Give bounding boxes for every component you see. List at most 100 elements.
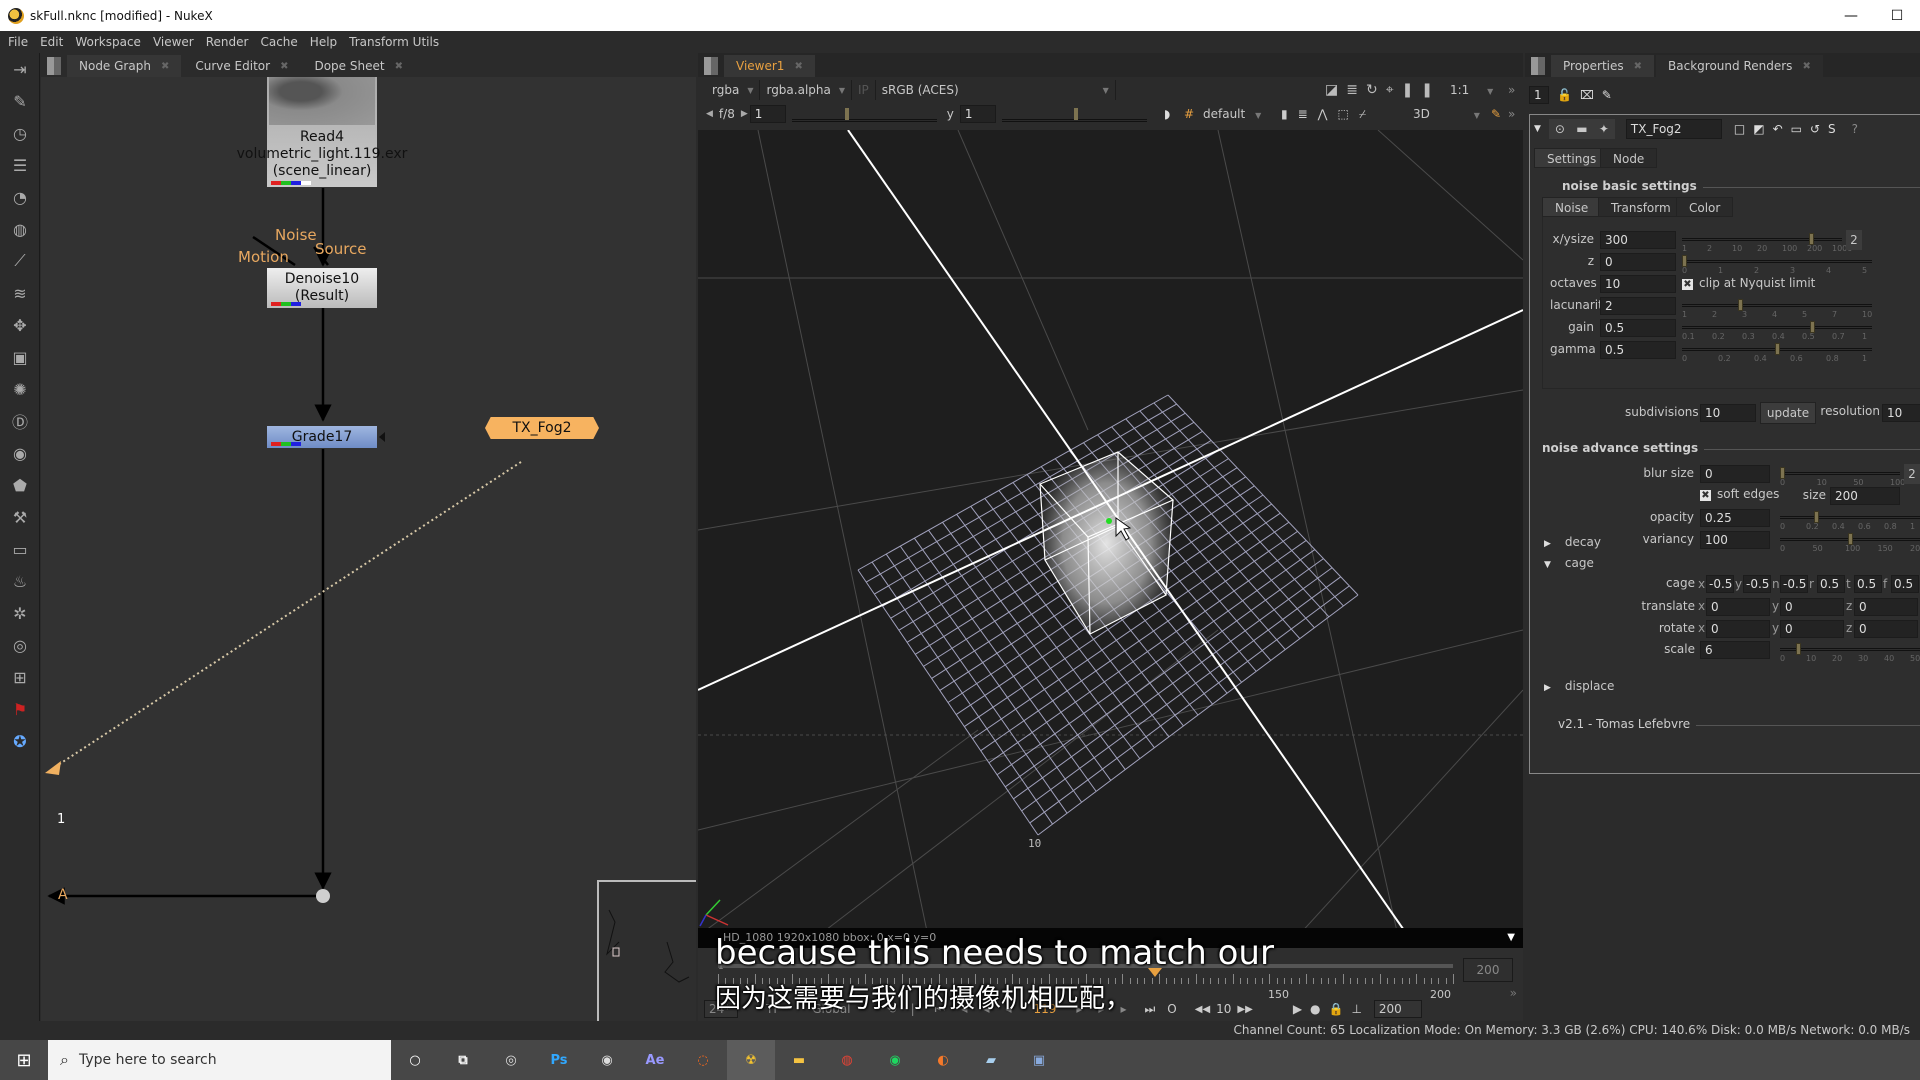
opacity-slider[interactable]: 0 0.2 0.4 0.6 0.8 1: [1780, 511, 1920, 531]
view-mode-dropdown[interactable]: 3D ▼: [1413, 107, 1480, 121]
3d-icon[interactable]: ▣: [0, 341, 40, 373]
last-frame-button[interactable]: ⏭: [1144, 1002, 1155, 1017]
spotify-icon[interactable]: ◉: [871, 1040, 919, 1080]
pane-menu-grip[interactable]: [47, 57, 61, 75]
viewer-toggle-icon[interactable]: ⊙: [1548, 119, 1571, 139]
merge-icon[interactable]: ≋: [0, 277, 40, 309]
octaves-field[interactable]: 10: [1600, 275, 1676, 293]
cage-t-field[interactable]: 0.5: [1854, 575, 1882, 593]
menu-viewer[interactable]: Viewer: [153, 35, 194, 49]
rotate-x-field[interactable]: 0: [1706, 620, 1770, 638]
ip-button[interactable]: IP: [852, 80, 876, 100]
node-grade17[interactable]: Grade17: [267, 426, 377, 448]
scale-field[interactable]: 6: [1700, 641, 1770, 659]
paint-brush-icon[interactable]: ✎: [1491, 107, 1501, 121]
tab-viewer1[interactable]: Viewer1 ✖: [724, 55, 815, 77]
overlay-dropdown[interactable]: default ▼: [1203, 107, 1261, 121]
subdivisions-field[interactable]: 10: [1700, 404, 1756, 422]
gizmo-icon[interactable]: ◎: [0, 629, 40, 661]
lut-dropdown[interactable]: sRGB (ACES) ▼: [876, 80, 1116, 100]
close-icon[interactable]: ✖: [1802, 61, 1810, 72]
draw-icon[interactable]: ✎: [0, 85, 40, 117]
slider-knob[interactable]: [1774, 343, 1780, 355]
cortana-icon[interactable]: ○: [391, 1040, 439, 1080]
translate-x-field[interactable]: 0: [1706, 598, 1770, 616]
soft-edges-checkbox[interactable]: ✖ soft edges: [1700, 487, 1779, 501]
other-icon[interactable]: ▭: [0, 533, 40, 565]
tab-dope-sheet[interactable]: Dope Sheet ✖: [302, 55, 415, 77]
minimize-button[interactable]: —: [1828, 0, 1874, 31]
tab-background-renders[interactable]: Background Renders ✖: [1656, 55, 1823, 77]
collapse-icon[interactable]: ▼: [1534, 124, 1541, 134]
close-icon[interactable]: ✖: [395, 61, 403, 72]
tab-node-graph[interactable]: Node Graph ✖: [67, 55, 182, 77]
color-icon[interactable]: ◔: [0, 181, 40, 213]
translate-z-field[interactable]: 0: [1854, 598, 1918, 616]
nyquist-checkbox[interactable]: ✖ clip at Nyquist limit: [1682, 276, 1815, 290]
particles-icon[interactable]: ✺: [0, 373, 40, 405]
close-icon[interactable]: ✖: [794, 61, 802, 72]
viewer-tool-icons[interactable]: ▮≣⋀⬚⌿: [1281, 107, 1376, 122]
menu-workspace[interactable]: Workspace: [75, 35, 141, 49]
skip-back-button[interactable]: ◀◀: [1195, 1004, 1210, 1015]
houdini-icon[interactable]: ◌: [679, 1040, 727, 1080]
tab-noise[interactable]: Noise: [1542, 197, 1602, 217]
start-button[interactable]: ⊞: [0, 1040, 48, 1080]
rotate-y-field[interactable]: 0: [1780, 620, 1844, 638]
deep-icon[interactable]: Ⓓ: [0, 405, 40, 437]
filter-icon[interactable]: ◍: [0, 213, 40, 245]
size-field[interactable]: 200: [1830, 487, 1900, 505]
file-explorer-icon[interactable]: ▬: [775, 1040, 823, 1080]
notes-icon[interactable]: ▰: [967, 1040, 1015, 1080]
task-view-icon[interactable]: ⧉: [439, 1040, 487, 1080]
cage-r-field[interactable]: 0.5: [1817, 575, 1845, 593]
node-name-field[interactable]: TX_Fog2: [1625, 119, 1722, 139]
alpha-dropdown[interactable]: rgba.alpha ▼: [760, 80, 853, 100]
blur-size-split-button[interactable]: 2: [1904, 464, 1920, 484]
gamma-field[interactable]: 1: [959, 105, 996, 123]
tab-node[interactable]: Node: [1600, 148, 1658, 168]
expand-icon[interactable]: »: [1508, 107, 1515, 121]
cage-n-field[interactable]: -0.5: [1780, 575, 1808, 593]
close-icon[interactable]: ✖: [161, 61, 169, 72]
z-slider[interactable]: 0 1 2 3 4 5: [1682, 255, 1872, 275]
translate-y-field[interactable]: 0: [1780, 598, 1844, 616]
resolution-field[interactable]: 10: [1882, 404, 1920, 422]
menu-cache[interactable]: Cache: [260, 35, 297, 49]
variancy-field[interactable]: 100: [1700, 531, 1770, 549]
lacunarity-slider[interactable]: 1 2 3 4 5 7 10: [1682, 299, 1872, 319]
time-icon[interactable]: ◷: [0, 117, 40, 149]
blur-size-field[interactable]: 0: [1700, 465, 1770, 483]
zoom-dropdown[interactable]: 1:1 ▼: [1450, 83, 1493, 97]
tab-transform[interactable]: Transform: [1598, 197, 1684, 217]
channel-icon[interactable]: ☰: [0, 149, 40, 181]
blender-icon[interactable]: ◐: [919, 1040, 967, 1080]
taskbar-search-box[interactable]: ⌕ Type here to search: [48, 1040, 391, 1080]
nuke-icon[interactable]: ☢: [727, 1040, 775, 1080]
fstop-up-icon[interactable]: ▶: [741, 109, 748, 119]
clip-warning-icon[interactable]: ◗: [1164, 107, 1170, 121]
gamma-field[interactable]: 0.5: [1600, 341, 1676, 359]
z-field[interactable]: 0: [1600, 253, 1676, 271]
gamma-slider-knob[interactable]: [1073, 108, 1078, 120]
play-record-lock-icons[interactable]: ▶●🔒⊥: [1293, 1002, 1370, 1016]
info-dropdown-icon[interactable]: ▼: [1507, 928, 1515, 948]
max-panels-field[interactable]: 1: [1529, 86, 1549, 104]
nuke-icon[interactable]: ⚑: [0, 693, 40, 725]
menu-edit[interactable]: Edit: [40, 35, 63, 49]
wrench-icon[interactable]: ✦: [1592, 119, 1615, 139]
gamma-slider[interactable]: [1001, 106, 1147, 122]
gamma-slider[interactable]: 0 0.2 0.4 0.6 0.8 1: [1682, 343, 1872, 363]
gain-field[interactable]: 1: [749, 105, 786, 123]
cage-x-field[interactable]: -0.5: [1706, 575, 1734, 593]
node-read4[interactable]: Read4 volumetric_light.119.exr (scene_li…: [237, 77, 407, 187]
media-icon[interactable]: ▣: [1015, 1040, 1063, 1080]
clear-panels-icon[interactable]: ⌧: [1580, 88, 1594, 102]
keyer-icon[interactable]: ⟋: [0, 245, 40, 277]
skip-forward-button[interactable]: ▶▶: [1237, 1004, 1252, 1015]
maximize-button[interactable]: ☐: [1874, 0, 1920, 31]
close-icon[interactable]: ✖: [280, 61, 288, 72]
menu-file[interactable]: File: [8, 35, 28, 49]
loop-toggle[interactable]: O: [1167, 1002, 1176, 1016]
menu-transform-utils[interactable]: Transform Utils: [349, 35, 439, 49]
